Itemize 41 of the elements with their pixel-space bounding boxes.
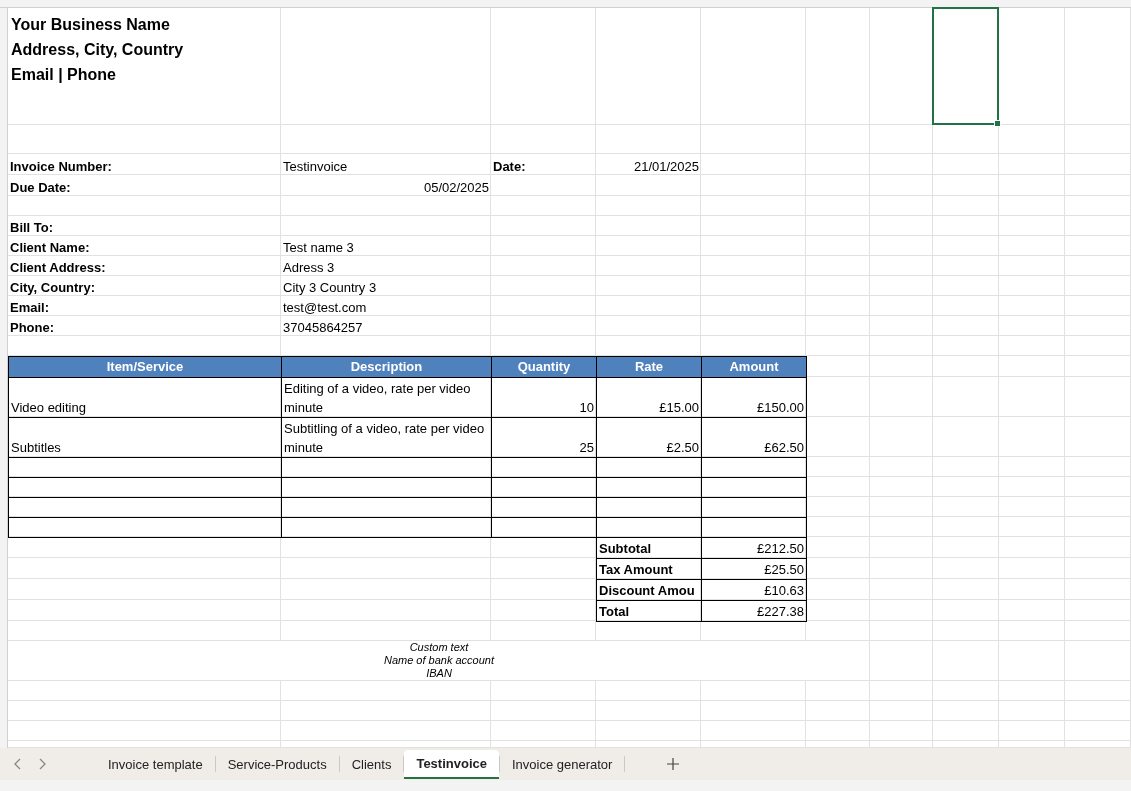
field-label: Date: xyxy=(493,159,526,174)
sheet-tab[interactable]: Service-Products xyxy=(215,750,339,778)
field-label: Client Address: xyxy=(10,260,106,275)
field-label: Invoice Number: xyxy=(10,159,112,174)
column-header: Rate xyxy=(596,356,702,378)
field-value: Test name 3 xyxy=(283,240,354,255)
field-label: Due Date: xyxy=(10,180,71,195)
field-value: City 3 Country 3 xyxy=(283,280,377,295)
sheet-tab[interactable]: Clients xyxy=(339,750,404,778)
business-info-text: Email | Phone xyxy=(11,65,117,85)
field-label: Email: xyxy=(10,300,49,315)
section-title: Bill To: xyxy=(10,220,54,235)
column-header: Quantity xyxy=(491,356,597,378)
sheet-tab[interactable]: Invoice template xyxy=(96,750,215,778)
table-cell: £62.50 xyxy=(701,417,807,458)
sheet-tab[interactable]: Testinvoice xyxy=(404,749,499,779)
field-label: Phone: xyxy=(10,320,55,335)
total-label: Total xyxy=(596,600,702,622)
column-header: Item/Service xyxy=(8,356,282,378)
field-value: 05/02/2025 xyxy=(423,180,489,195)
business-info-text: Address, City, Country xyxy=(11,40,185,60)
chevron-left-icon[interactable] xyxy=(14,758,22,770)
selected-cell[interactable] xyxy=(932,7,999,125)
business-info-text: Your Business Name xyxy=(11,15,171,35)
footer-text: IBAN xyxy=(426,667,452,680)
field-label: City, Country: xyxy=(10,280,95,295)
field-value: 37045864257 xyxy=(283,320,363,335)
add-icon[interactable] xyxy=(667,758,680,770)
field-value: Testinvoice xyxy=(283,159,348,174)
total-value: £227.38 xyxy=(701,600,807,622)
footer-text: Custom text xyxy=(409,641,469,654)
table-cell: Subtitles xyxy=(8,417,282,458)
field-value: 21/01/2025 xyxy=(633,159,699,174)
field-label: Client Name: xyxy=(10,240,90,255)
field-value: Adress 3 xyxy=(283,260,335,275)
sheet-tab[interactable]: Invoice generator xyxy=(499,750,625,778)
footer-text: Name of bank account xyxy=(383,654,495,667)
field-value: test@test.com xyxy=(283,300,367,315)
column-header: Amount xyxy=(701,356,807,378)
chevron-right-icon[interactable] xyxy=(38,758,46,770)
column-header: Description xyxy=(281,356,492,378)
